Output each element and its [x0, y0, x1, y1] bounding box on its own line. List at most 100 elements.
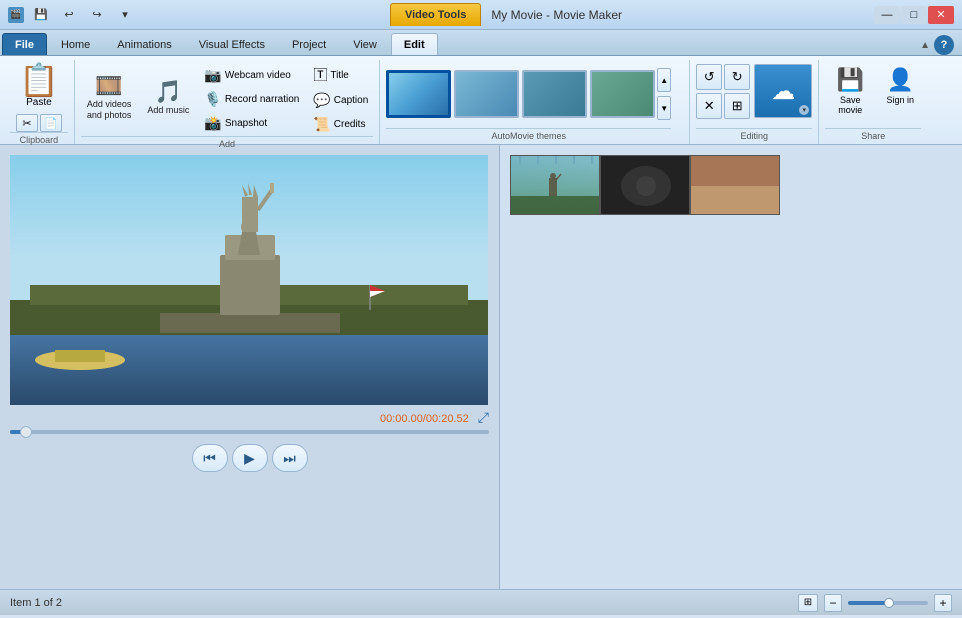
paste-label: Paste: [26, 97, 52, 108]
sign-in-label: Sign in: [886, 95, 914, 105]
video-tools-tab[interactable]: Video Tools: [390, 3, 481, 26]
app-icon: 🎬: [8, 7, 24, 23]
zoom-slider[interactable]: [848, 601, 928, 605]
add-videos-btn[interactable]: 🎞️ Add videos and photos: [81, 71, 138, 125]
themes-scroll-down[interactable]: ▼: [657, 96, 671, 120]
current-time: 00:00.00: [380, 413, 423, 425]
add-group: 🎞️ Add videos and photos 🎵 Add music 📷: [75, 60, 380, 144]
status-right: ⊞ − +: [798, 594, 952, 612]
credits-label: Credits: [334, 119, 366, 130]
record-narration-btn[interactable]: 🎙️ Record narration: [199, 88, 304, 111]
editing-row-1: ↺ ↻: [696, 64, 750, 90]
fullscreen-btn[interactable]: ⤢: [478, 409, 489, 426]
save-movie-btn[interactable]: 💾 Save movie: [825, 64, 875, 118]
ribbon-tab-bar: File Home Animations Visual Effects Proj…: [0, 30, 962, 56]
status-bar: Item 1 of 2 ⊞ − +: [0, 589, 962, 615]
cloud-dropdown: ▾: [799, 105, 809, 115]
editing-group: ↺ ↻ ✕ ⊞ ☁ ▾ Editing: [690, 60, 819, 144]
cut-btn[interactable]: ✂: [16, 114, 38, 132]
theme-thumbnails: [386, 70, 655, 118]
add-music-label: Add music: [147, 105, 189, 116]
preview-video: [10, 155, 488, 405]
seek-thumb[interactable]: [20, 426, 32, 438]
copy-btn[interactable]: 📄: [40, 114, 62, 132]
narration-label: Record narration: [225, 94, 299, 105]
play-btn[interactable]: ▶: [232, 444, 268, 472]
preview-controls: ⏮ ▶ ⏭: [10, 444, 489, 472]
tab-animations[interactable]: Animations: [104, 33, 184, 55]
add-music-icon: 🎵: [155, 81, 182, 103]
qs-redo-btn[interactable]: ↪: [84, 6, 110, 24]
clip3-svg: [691, 156, 780, 215]
tab-edit[interactable]: Edit: [391, 33, 438, 55]
window-controls: — □ ✕: [874, 6, 954, 24]
theme-2-thumb[interactable]: [454, 70, 519, 118]
themes-scroll-up[interactable]: ▲: [657, 68, 671, 92]
total-time: 00:20.52: [426, 413, 469, 425]
credits-icon: 📜: [313, 116, 330, 133]
preview-seek-bar[interactable]: [10, 430, 489, 434]
snapshot-btn[interactable]: 📸 Snapshot: [199, 112, 304, 135]
themes-scroll: ▲ ▼: [386, 68, 671, 120]
zoom-fill: [848, 601, 888, 605]
timestamp-display: 00:00.00/00:20.52: [380, 413, 472, 425]
qs-save-btn[interactable]: 💾: [28, 6, 54, 24]
add-videos-icon: 🎞️: [95, 75, 122, 97]
prev-frame-btn[interactable]: ⏮: [192, 444, 228, 472]
help-btn[interactable]: ?: [934, 35, 954, 55]
clipboard-group: 📋 Paste ✂ 📄 Clipboard: [4, 60, 75, 144]
remove-effect-btn[interactable]: ✕: [696, 93, 722, 119]
rotate-right-btn[interactable]: ↻: [724, 64, 750, 90]
cloud-icon: ☁: [771, 77, 795, 106]
caption-icon: 💬: [313, 92, 330, 109]
zoom-in-btn[interactable]: +: [934, 594, 952, 612]
theme-3-preview: [524, 72, 585, 116]
theme-3-thumb[interactable]: [522, 70, 587, 118]
save-movie-icon: 💾: [837, 67, 864, 93]
theme-1-thumb[interactable]: [386, 70, 451, 118]
quick-access-toolbar: 💾 ↩ ↪ ▾: [28, 6, 138, 24]
qs-undo-btn[interactable]: ↩: [56, 6, 82, 24]
themes-scroll-arrows: ▲ ▼: [657, 68, 671, 120]
tab-visual-effects[interactable]: Visual Effects: [186, 33, 278, 55]
theme-4-thumb[interactable]: [590, 70, 655, 118]
storyboard-toggle-btn[interactable]: ⊞: [798, 594, 818, 612]
preview-pane: 00:00.00/00:20.52 ⤢ ⏮ ▶ ⏭: [0, 145, 500, 589]
film-clip-3[interactable]: [690, 155, 780, 215]
title-btn[interactable]: 🅃 Title: [308, 62, 373, 88]
film-clip-1[interactable]: [510, 155, 600, 215]
webcam-btn[interactable]: 📷 Webcam video: [199, 64, 304, 87]
minimize-btn[interactable]: —: [874, 6, 900, 24]
zoom-thumb[interactable]: [884, 598, 894, 608]
close-btn[interactable]: ✕: [928, 6, 954, 24]
automovie-group: ▲ ▼ AutoMovie themes: [380, 60, 690, 144]
qs-dropdown-btn[interactable]: ▾: [112, 6, 138, 24]
tab-file[interactable]: File: [2, 33, 47, 55]
editing-row-2: ✕ ⊞: [696, 93, 750, 119]
sign-in-icon: 👤: [887, 67, 914, 93]
ribbon-content: 📋 Paste ✂ 📄 Clipboard: [0, 56, 962, 144]
title-icon: 🅃: [313, 65, 327, 85]
theme-1-preview: [389, 73, 448, 115]
sign-in-btn[interactable]: 👤 Sign in: [879, 64, 921, 108]
rotate-left-btn[interactable]: ↺: [696, 64, 722, 90]
paste-btn[interactable]: 📋 Paste: [10, 60, 68, 112]
ribbon-collapse-btn[interactable]: ▲: [920, 40, 930, 51]
preview-svg: [10, 155, 488, 405]
tab-project[interactable]: Project: [279, 33, 339, 55]
tab-home[interactable]: Home: [48, 33, 103, 55]
credits-btn[interactable]: 📜 Credits: [308, 113, 373, 136]
maximize-btn[interactable]: □: [901, 6, 927, 24]
add-music-btn[interactable]: 🎵 Add music: [141, 77, 195, 120]
film-clip-2[interactable]: [600, 155, 690, 215]
unknown-edit-btn[interactable]: ⊞: [724, 93, 750, 119]
cloud-btn[interactable]: ☁ ▾: [754, 64, 812, 118]
caption-btn[interactable]: 💬 Caption: [308, 89, 373, 112]
app-title: My Movie - Movie Maker: [491, 8, 622, 22]
add-videos-label: Add videos and photos: [87, 99, 132, 121]
title-bar-center: Video Tools My Movie - Movie Maker: [390, 3, 622, 26]
add-extras-stack: 📷 Webcam video 🎙️ Record narration 📸 Sna…: [199, 64, 304, 135]
next-frame-btn[interactable]: ⏭: [272, 444, 308, 472]
zoom-out-btn[interactable]: −: [824, 594, 842, 612]
tab-view[interactable]: View: [340, 33, 390, 55]
